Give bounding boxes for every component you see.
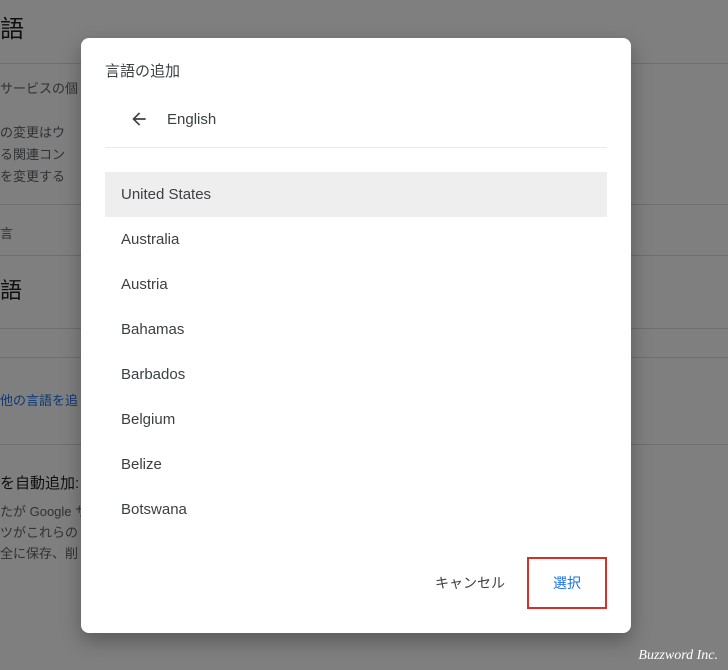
country-item[interactable]: Bahamas bbox=[105, 307, 607, 352]
select-button-highlight: 選択 bbox=[527, 557, 607, 609]
country-item[interactable]: Austria bbox=[105, 262, 607, 307]
country-list[interactable]: United StatesAustraliaAustriaBahamasBarb… bbox=[105, 172, 607, 537]
dialog-title: 言語の追加 bbox=[81, 38, 631, 87]
back-arrow-icon[interactable] bbox=[129, 109, 149, 129]
country-item[interactable]: Barbados bbox=[105, 352, 607, 397]
cancel-button[interactable]: キャンセル bbox=[421, 565, 519, 601]
country-item[interactable]: United States bbox=[105, 172, 607, 217]
selected-language-label: English bbox=[167, 111, 216, 128]
country-item[interactable]: Belgium bbox=[105, 397, 607, 442]
country-list-container: United StatesAustraliaAustriaBahamasBarb… bbox=[105, 172, 607, 537]
country-item[interactable]: Australia bbox=[105, 217, 607, 262]
dialog-header: English bbox=[105, 87, 607, 148]
add-language-dialog: 言語の追加 English United StatesAustraliaAust… bbox=[81, 38, 631, 633]
country-item[interactable]: Botswana bbox=[105, 487, 607, 532]
select-button[interactable]: 選択 bbox=[539, 565, 595, 601]
country-item[interactable]: Belize bbox=[105, 442, 607, 487]
dialog-footer: キャンセル 選択 bbox=[81, 549, 631, 633]
attribution-text: Buzzword Inc. bbox=[638, 648, 718, 664]
